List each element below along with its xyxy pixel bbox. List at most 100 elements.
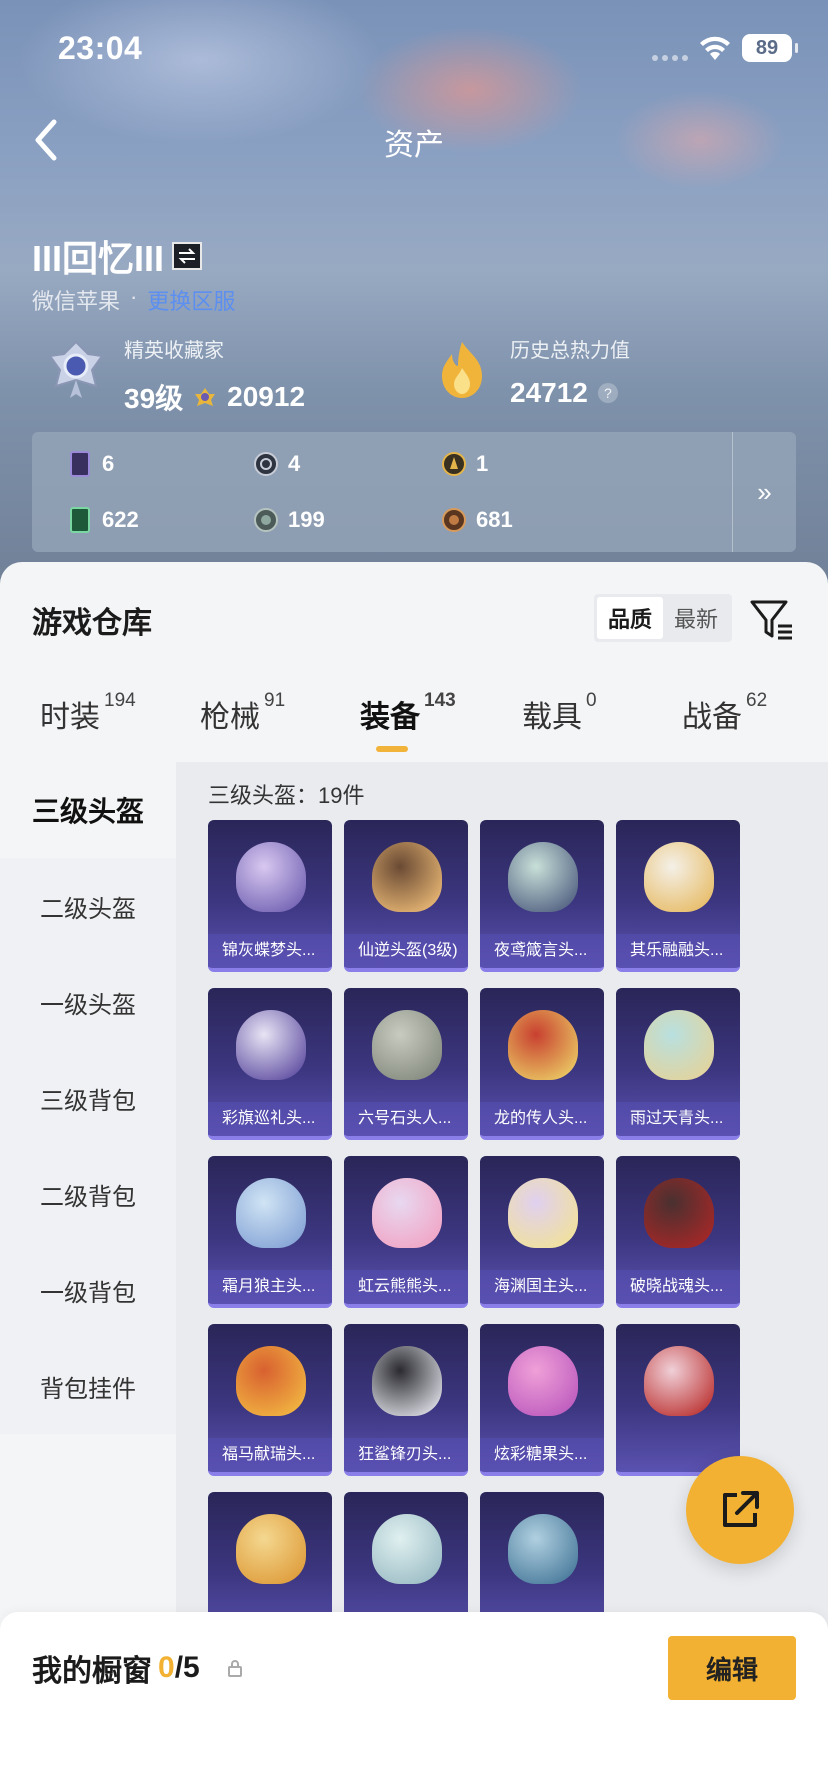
share-button[interactable] [686, 1456, 794, 1564]
tab-active-indicator [376, 746, 408, 752]
heat-value: 24712 [510, 377, 588, 408]
showcase-total: /5 [174, 1651, 200, 1684]
edit-button[interactable]: 编辑 [668, 1636, 796, 1700]
tab-vehicles[interactable]: 载具 0 [522, 690, 597, 736]
item-name: 六号石头人... [344, 1102, 468, 1136]
resource-panel: 6 4 1 622 199 681 » [32, 432, 796, 552]
helmet-icon [508, 1514, 578, 1584]
warehouse-title: 游戏仓库 [32, 607, 152, 640]
showcase-label: 我的橱窗 [32, 1655, 152, 1688]
lock-icon [227, 1660, 242, 1677]
subcategory-item[interactable]: 一级头盔 [0, 954, 176, 1050]
item-name: 炫彩糖果头... [480, 1438, 604, 1472]
helmet-icon [372, 842, 442, 912]
subcategory-item[interactable]: 背包挂件 [0, 1338, 176, 1434]
warehouse-sheet: 游戏仓库 品质 最新 时装 194 枪械 91 装备 143 载具 0 战备 62 三级头… [0, 562, 828, 1792]
card-purple-icon [70, 451, 90, 477]
tab-weapons[interactable]: 枪械 91 [200, 690, 285, 736]
item-card[interactable]: 福马献瑞头... [208, 1324, 332, 1476]
helmet-icon [508, 1010, 578, 1080]
item-card[interactable]: 彩旗巡礼头... [208, 988, 332, 1140]
item-card[interactable]: 其乐融融头... [616, 820, 740, 972]
collector-level: 39级 [124, 383, 184, 414]
status-bar: 23:04 89 [0, 0, 828, 100]
sort-quality-button[interactable]: 品质 [597, 597, 663, 639]
item-name: 狂鲨锋刃头... [344, 1438, 468, 1472]
change-server-link[interactable]: 更换区服 [147, 284, 235, 316]
item-card[interactable]: 仙逆头盔(3级) [344, 820, 468, 972]
item-name: 龙的传人头... [480, 1102, 604, 1136]
status-time: 23:04 [58, 30, 143, 66]
item-card[interactable]: 破晓战魂头... [616, 1156, 740, 1308]
coin-gold-icon [442, 452, 466, 476]
helmet-icon [372, 1514, 442, 1584]
help-icon[interactable]: ? [597, 383, 618, 403]
tab-equipment[interactable]: 装备 143 [360, 690, 456, 736]
collector-points-icon [195, 388, 216, 406]
helmet-icon [372, 1178, 442, 1248]
item-card[interactable]: 雨过天青头... [616, 988, 740, 1140]
item-card[interactable]: 虹云熊熊头... [344, 1156, 468, 1308]
hero-header: 23:04 89 资产 III回忆III 微信苹果 · 更换区服 精英收藏家 3… [0, 0, 828, 600]
subcategory-item[interactable]: 三级头盔 [0, 762, 176, 858]
subcategory-item[interactable]: 一级背包 [0, 1242, 176, 1338]
collector-points: 20912 [227, 381, 306, 412]
sort-toggle: 品质 最新 [594, 594, 732, 642]
item-card[interactable]: 龙的传人头... [480, 988, 604, 1140]
helmet-icon [644, 1010, 714, 1080]
helmet-icon [508, 1178, 578, 1248]
item-name: 破晓战魂头... [616, 1270, 740, 1304]
item-name: 仙逆头盔(3级) [344, 934, 468, 968]
subcategory-item[interactable]: 二级头盔 [0, 858, 176, 954]
wifi-icon [700, 36, 730, 60]
switch-account-icon[interactable] [172, 242, 203, 270]
tab-supplies[interactable]: 战备 62 [682, 690, 767, 736]
helmet-icon [236, 1178, 306, 1248]
sort-newest-button[interactable]: 最新 [663, 597, 729, 639]
resource-item: 1 [442, 450, 488, 478]
item-name: 夜鸢箴言头... [480, 934, 604, 968]
item-card[interactable]: 六号石头人... [344, 988, 468, 1140]
showcase-current: 0 [158, 1651, 175, 1684]
helmet-icon [236, 842, 306, 912]
tab-fashion[interactable]: 时装 194 [40, 690, 136, 736]
resource-item: 622 [68, 506, 139, 534]
subcategory-item[interactable]: 二级背包 [0, 1146, 176, 1242]
item-card[interactable]: 海渊国主头... [480, 1156, 604, 1308]
heat-label: 历史总热力值 [510, 340, 630, 362]
helmet-icon [508, 1346, 578, 1416]
heat-stat[interactable]: 历史总热力值 24712 ? [430, 334, 630, 409]
item-card[interactable]: 锦灰蝶梦头... [208, 820, 332, 972]
helmet-icon [236, 1346, 306, 1416]
showcase-bar: 我的橱窗 0 /5 编辑 [0, 1612, 828, 1792]
username-row: III回忆III [32, 230, 203, 282]
helmet-icon [508, 842, 578, 912]
collector-stat[interactable]: 精英收藏家 39级 20912 [44, 334, 305, 417]
item-card[interactable]: 霜月狼主头... [208, 1156, 332, 1308]
item-card[interactable] [616, 1324, 740, 1476]
subcategory-item[interactable]: 三级背包 [0, 1050, 176, 1146]
item-name: 虹云熊熊头... [344, 1270, 468, 1304]
coin-bronze-icon [442, 508, 466, 532]
item-name: 彩旗巡礼头... [208, 1102, 332, 1136]
helmet-icon [644, 842, 714, 912]
resource-item: 199 [254, 506, 325, 534]
item-name: 海渊国主头... [480, 1270, 604, 1304]
filter-icon[interactable] [750, 598, 794, 642]
resources-expand-button[interactable]: » [732, 432, 796, 552]
platform-label: 微信苹果 [32, 289, 121, 314]
category-tabs: 时装 194 枪械 91 装备 143 载具 0 战备 62 [0, 690, 828, 762]
item-name: 锦灰蝶梦头... [208, 934, 332, 968]
helmet-icon [236, 1010, 306, 1080]
showcase-label-row: 我的橱窗 0 /5 [32, 1646, 244, 1690]
card-green-icon [70, 507, 90, 533]
item-card[interactable]: 夜鸢箴言头... [480, 820, 604, 972]
resource-item: 4 [254, 450, 300, 478]
item-card[interactable]: 狂鲨锋刃头... [344, 1324, 468, 1476]
helmet-icon [644, 1346, 714, 1416]
item-card[interactable]: 炫彩糖果头... [480, 1324, 604, 1476]
collector-label: 精英收藏家 [124, 340, 224, 362]
cellular-signal-icon [652, 55, 688, 61]
item-count-label: 三级头盔：19件 [208, 783, 365, 808]
helmet-icon [644, 1178, 714, 1248]
